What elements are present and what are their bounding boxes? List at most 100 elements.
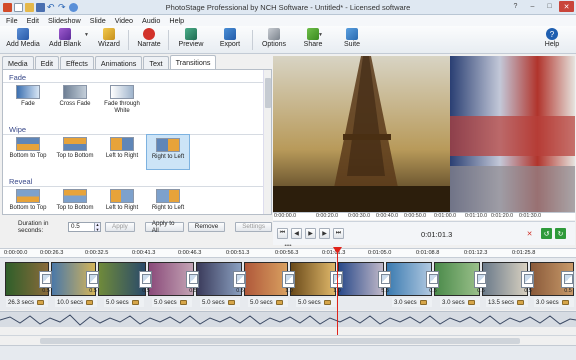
tab-media[interactable]: Media xyxy=(2,56,34,69)
duration-handle-icon[interactable] xyxy=(467,300,475,305)
duration-handle-icon[interactable] xyxy=(561,300,569,305)
transition-marker-icon[interactable] xyxy=(426,271,439,288)
help-small-icon[interactable] xyxy=(69,2,78,12)
transition-marker-icon[interactable] xyxy=(186,271,199,288)
duration-handle-icon[interactable] xyxy=(227,300,235,305)
clip-duration[interactable]: 3.0 secs xyxy=(440,298,480,307)
go-to-end-icon[interactable]: ⏭ xyxy=(333,228,344,239)
new-file-icon[interactable] xyxy=(14,2,23,12)
clip-duration[interactable]: 26.3 secs xyxy=(6,298,48,307)
clip-duration[interactable]: 5.0 secs xyxy=(248,298,288,307)
previous-frame-icon[interactable]: ◀ xyxy=(291,228,302,239)
add-blank-button[interactable]: Add Blank xyxy=(47,28,83,53)
settings-button[interactable]: Settings xyxy=(235,221,272,232)
duration-input[interactable]: 0.5 xyxy=(68,221,96,232)
menu-edit[interactable]: Edit xyxy=(27,16,39,25)
duration-spinner[interactable]: ▲ ▼ xyxy=(95,221,102,232)
menu-video[interactable]: Video xyxy=(115,16,133,25)
scrollbar-thumb[interactable] xyxy=(265,78,271,108)
panel-scrollbar[interactable] xyxy=(263,70,271,214)
clip-duration[interactable]: 10.0 secs xyxy=(55,298,97,307)
rotate-right-icon[interactable]: ↻ xyxy=(555,228,566,239)
preview-time-ruler[interactable]: 0:00:00.0 0:00:20.0 0:00:30.0 0:00:40.0 … xyxy=(273,212,575,220)
go-to-start-icon[interactable]: ⏮ xyxy=(277,228,288,239)
clip-duration[interactable]: 13.5 secs xyxy=(486,298,528,307)
help-button[interactable]: ? Help xyxy=(541,28,563,53)
transition-marker-icon[interactable] xyxy=(561,271,574,288)
redo-icon[interactable]: ↷ xyxy=(58,2,67,12)
rotate-left-icon[interactable]: ↺ xyxy=(541,228,552,239)
timeline-scrollbar[interactable] xyxy=(0,335,576,345)
transition-reveal-left-to-right[interactable]: Left to Right xyxy=(100,186,144,214)
wizard-button[interactable]: Wizard xyxy=(96,28,122,53)
tab-transitions[interactable]: Transitions xyxy=(169,55,217,69)
duration-handle-icon[interactable] xyxy=(419,300,427,305)
add-media-button[interactable]: Add Media xyxy=(5,28,41,53)
preview-button[interactable]: Preview xyxy=(177,28,205,53)
clip-duration[interactable]: 5.0 secs xyxy=(104,298,144,307)
play-icon[interactable]: ▶ xyxy=(305,228,316,239)
audio-track[interactable] xyxy=(0,311,576,327)
suite-button[interactable]: Suite xyxy=(340,28,364,53)
tab-text[interactable]: Text xyxy=(143,56,169,69)
playhead[interactable] xyxy=(337,250,338,335)
clip-duration[interactable]: 5.0 secs xyxy=(200,298,240,307)
narrate-button[interactable]: Narrate xyxy=(136,28,162,53)
timeline-ruler[interactable]: 0:00:00.0 0:00:26.3 0:00:32.5 0:00:41.3 … xyxy=(0,248,576,258)
splitter-grip-icon[interactable]: •••• xyxy=(282,243,294,249)
undo-icon[interactable]: ↶ xyxy=(47,2,56,12)
duration-handle-icon[interactable] xyxy=(275,300,283,305)
menu-audio[interactable]: Audio xyxy=(142,16,160,25)
transition-cross-fade[interactable]: Cross Fade xyxy=(53,82,97,118)
add-blank-dropdown-icon[interactable]: ▼ xyxy=(84,32,89,38)
duration-handle-icon[interactable] xyxy=(323,300,331,305)
open-folder-icon[interactable] xyxy=(25,2,34,12)
scrollbar-thumb[interactable] xyxy=(40,338,520,344)
apply-to-all-button[interactable]: Apply to All xyxy=(144,220,184,234)
transition-marker-icon[interactable] xyxy=(378,271,391,288)
transition-wipe-right-to-left[interactable]: Right to Left xyxy=(146,134,190,170)
close-button[interactable]: ✕ xyxy=(559,1,574,12)
duration-handle-icon[interactable] xyxy=(37,300,45,305)
clip-duration[interactable]: 3.0 secs xyxy=(534,298,574,307)
transition-fade-through-white[interactable]: Fade through White xyxy=(100,82,144,122)
transition-reveal-top-to-bottom[interactable]: Top to Bottom xyxy=(53,186,97,214)
duration-handle-icon[interactable] xyxy=(86,300,94,305)
help-window-button[interactable]: ? xyxy=(508,1,523,12)
transition-wipe-bottom-to-top[interactable]: Bottom to Top xyxy=(6,134,50,170)
menu-file[interactable]: File xyxy=(6,16,18,25)
duration-handle-icon[interactable] xyxy=(131,300,139,305)
transition-marker-icon[interactable] xyxy=(282,271,295,288)
transition-marker-icon[interactable] xyxy=(86,271,99,288)
apply-button[interactable]: Apply xyxy=(105,221,135,232)
transition-marker-icon[interactable] xyxy=(233,271,246,288)
transition-wipe-top-to-bottom[interactable]: Top to Bottom xyxy=(53,134,97,170)
transition-reveal-right-to-left[interactable]: Right to Left xyxy=(146,186,190,214)
remove-button[interactable]: Remove xyxy=(187,221,226,232)
spin-down-icon[interactable]: ▼ xyxy=(96,227,100,232)
duration-handle-icon[interactable] xyxy=(179,300,187,305)
delete-icon[interactable]: ✕ xyxy=(524,228,535,239)
maximize-button[interactable]: □ xyxy=(542,1,557,12)
minimize-button[interactable]: – xyxy=(525,1,540,12)
options-button[interactable]: Options xyxy=(260,28,288,53)
clip-duration[interactable]: 5.0 secs xyxy=(152,298,192,307)
clip-duration[interactable]: 5.0 secs xyxy=(296,298,336,307)
transition-reveal-bottom-to-top[interactable]: Bottom to Top xyxy=(6,186,50,214)
transition-marker-icon[interactable] xyxy=(39,271,52,288)
transition-wipe-left-to-right[interactable]: Left to Right xyxy=(100,134,144,170)
tab-edit[interactable]: Edit xyxy=(34,56,59,69)
save-icon[interactable] xyxy=(36,2,45,12)
transition-marker-icon[interactable] xyxy=(474,271,487,288)
next-frame-icon[interactable]: ▶ xyxy=(319,228,330,239)
clip-duration[interactable]: 3.0 secs xyxy=(392,298,432,307)
transition-fade[interactable]: Fade xyxy=(6,82,50,118)
tab-effects[interactable]: Effects xyxy=(59,56,94,69)
menu-help[interactable]: Help xyxy=(169,16,184,25)
export-button[interactable]: Export xyxy=(217,28,243,53)
transition-marker-icon[interactable] xyxy=(521,271,534,288)
share-dropdown-icon[interactable]: ▼ xyxy=(318,32,323,38)
tab-animations[interactable]: Animations xyxy=(94,56,143,69)
duration-handle-icon[interactable] xyxy=(517,300,525,305)
menu-slide[interactable]: Slide xyxy=(90,16,106,25)
